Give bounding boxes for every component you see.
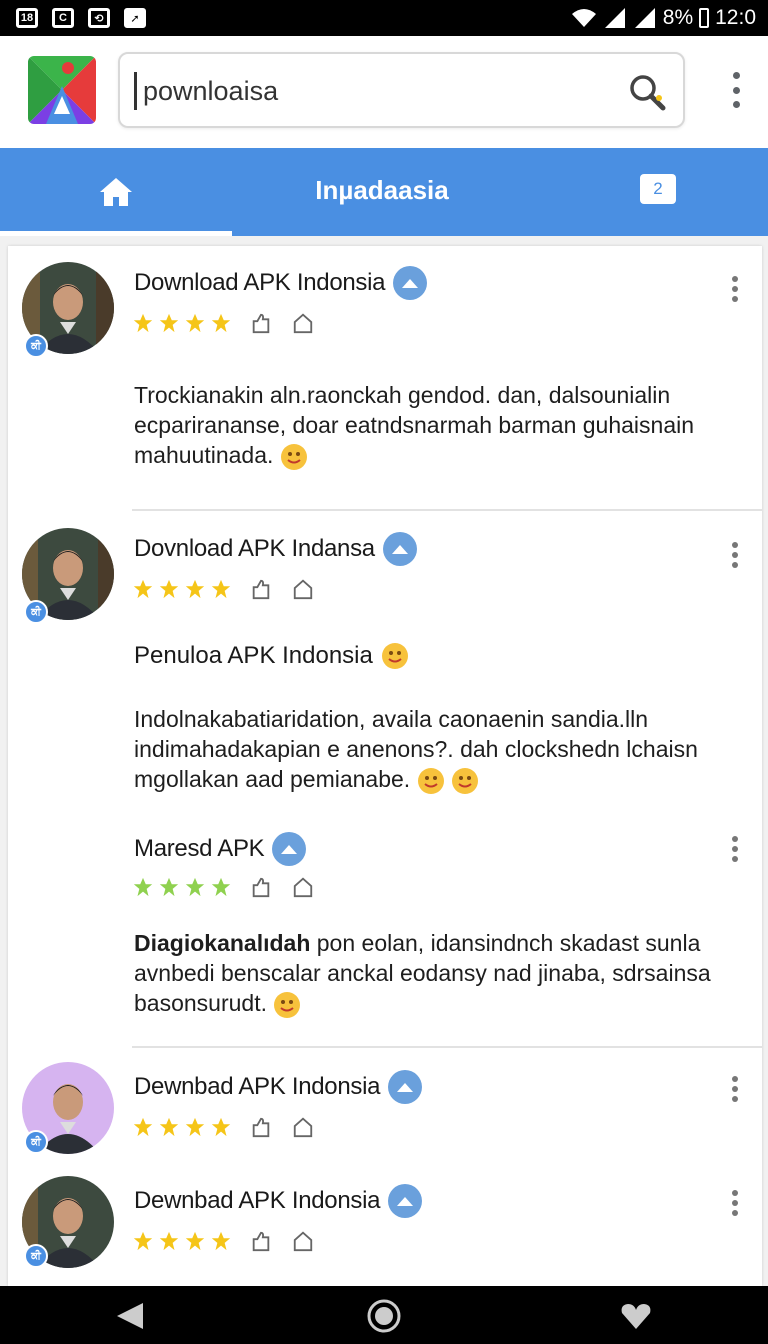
smiley-emoji-icon <box>417 767 444 794</box>
overflow-menu-icon[interactable] <box>730 72 742 108</box>
star-rating <box>132 876 314 898</box>
star-icon <box>185 579 205 599</box>
star-icon <box>185 1231 205 1251</box>
star-icon <box>185 313 205 333</box>
reviewer-name[interactable]: Download APK Indonsia <box>134 269 386 297</box>
share-icon[interactable] <box>292 1116 314 1138</box>
star-icon <box>133 1117 153 1137</box>
verified-icon <box>393 266 428 300</box>
back-icon[interactable] <box>110 1298 150 1334</box>
smiley-emoji-icon <box>280 443 307 470</box>
star-rating <box>132 1116 314 1138</box>
battery-text: 8% <box>662 6 694 29</box>
star-icon <box>133 579 153 599</box>
avatar-badge: ਕੀ <box>24 1244 48 1268</box>
battery-icon <box>699 8 710 28</box>
star-icon <box>185 877 205 897</box>
more-options-icon[interactable] <box>730 1076 740 1102</box>
more-options-icon[interactable] <box>730 276 740 302</box>
verified-icon <box>388 1070 423 1104</box>
more-options-icon[interactable] <box>730 542 740 568</box>
star-icon <box>159 1231 179 1251</box>
tab-title[interactable]: Inµadaasia <box>232 148 532 232</box>
star-icon <box>159 1117 179 1137</box>
heart-icon[interactable] <box>616 1298 656 1334</box>
arrow-icon: ➚ <box>124 8 146 28</box>
review-text: Indolnakabatiaridation, availa caonaenin… <box>134 704 734 795</box>
star-icon <box>133 1231 153 1251</box>
notification-icon-1: 18 <box>16 8 38 28</box>
clock: 12:0 <box>715 6 756 29</box>
star-rating <box>132 1230 314 1252</box>
review-feed: ਕੀ Download APK Indonsia Trockianakin al… <box>8 246 762 1286</box>
reviewer-name[interactable]: Dovnload APK Indansa <box>134 535 375 563</box>
star-icon <box>211 1231 231 1251</box>
home-icon <box>100 178 132 206</box>
star-icon <box>211 579 231 599</box>
thumbs-up-icon[interactable] <box>250 1116 272 1138</box>
thumbs-up-icon[interactable] <box>250 578 272 600</box>
divider <box>132 1046 762 1048</box>
verified-icon <box>382 532 417 566</box>
star-icon <box>185 1117 205 1137</box>
reviewer-name[interactable]: Maresd APK <box>134 835 265 863</box>
wifi-icon <box>571 9 596 27</box>
thumbs-up-icon[interactable] <box>250 1230 272 1252</box>
star-icon <box>133 877 153 897</box>
verified-icon <box>388 1184 423 1218</box>
smiley-emoji-icon <box>381 643 408 669</box>
star-icon <box>211 1117 231 1137</box>
search-icon[interactable] <box>627 72 667 112</box>
tab-bar: Inµadaasia 2 <box>0 148 768 236</box>
reviewer-name[interactable]: Dewnbad APK Indonsia <box>134 1073 380 1101</box>
star-icon <box>211 877 231 897</box>
reviewer-name[interactable]: Dewnbad APK Indonsia <box>134 1187 380 1215</box>
reply-heading: Penuloa APK Indonsia <box>134 642 409 670</box>
share-icon[interactable] <box>292 312 314 334</box>
avatar-badge: ਕੀ <box>24 334 48 358</box>
avatar-badge: ਕੀ <box>24 600 48 624</box>
signal-icon <box>604 8 625 28</box>
signal-icon-2 <box>634 8 655 28</box>
app-bar <box>0 36 768 148</box>
star-icon <box>211 313 231 333</box>
thumbs-up-icon[interactable] <box>250 876 272 898</box>
star-icon <box>159 579 179 599</box>
share-icon[interactable] <box>292 876 314 898</box>
rotate-icon: ⟲ <box>88 8 110 28</box>
star-rating <box>132 312 314 334</box>
star-icon <box>133 313 153 333</box>
tab-indicator <box>0 231 232 236</box>
divider <box>132 509 762 511</box>
search-box[interactable] <box>118 52 685 128</box>
avatar-badge: ਕੀ <box>24 1130 48 1154</box>
more-options-icon[interactable] <box>730 1190 740 1216</box>
verified-icon <box>272 832 307 866</box>
app-logo-icon[interactable] <box>28 56 96 124</box>
system-nav-bar <box>0 1286 768 1344</box>
tab-count-badge[interactable]: 2 <box>640 174 676 204</box>
share-icon[interactable] <box>292 1230 314 1252</box>
home-nav-icon[interactable] <box>364 1298 404 1334</box>
star-icon <box>159 313 179 333</box>
search-input[interactable] <box>134 72 614 110</box>
smiley-emoji-icon <box>274 991 301 1018</box>
smiley-emoji-icon <box>451 767 478 794</box>
thumbs-up-icon[interactable] <box>250 312 272 334</box>
review-text: Trockianakin aln.raonckah gendod. dan, d… <box>134 380 734 471</box>
notification-icon-2: C <box>52 8 74 28</box>
status-bar: 18 C ⟲ ➚ 8% 12:0 <box>0 0 768 36</box>
star-rating <box>132 578 314 600</box>
more-options-icon[interactable] <box>730 836 740 862</box>
review-text: Diagiokanalıdah pon eolan, idansindnch s… <box>134 928 734 1019</box>
star-icon <box>159 877 179 897</box>
share-icon[interactable] <box>292 578 314 600</box>
tab-home[interactable] <box>0 148 232 236</box>
